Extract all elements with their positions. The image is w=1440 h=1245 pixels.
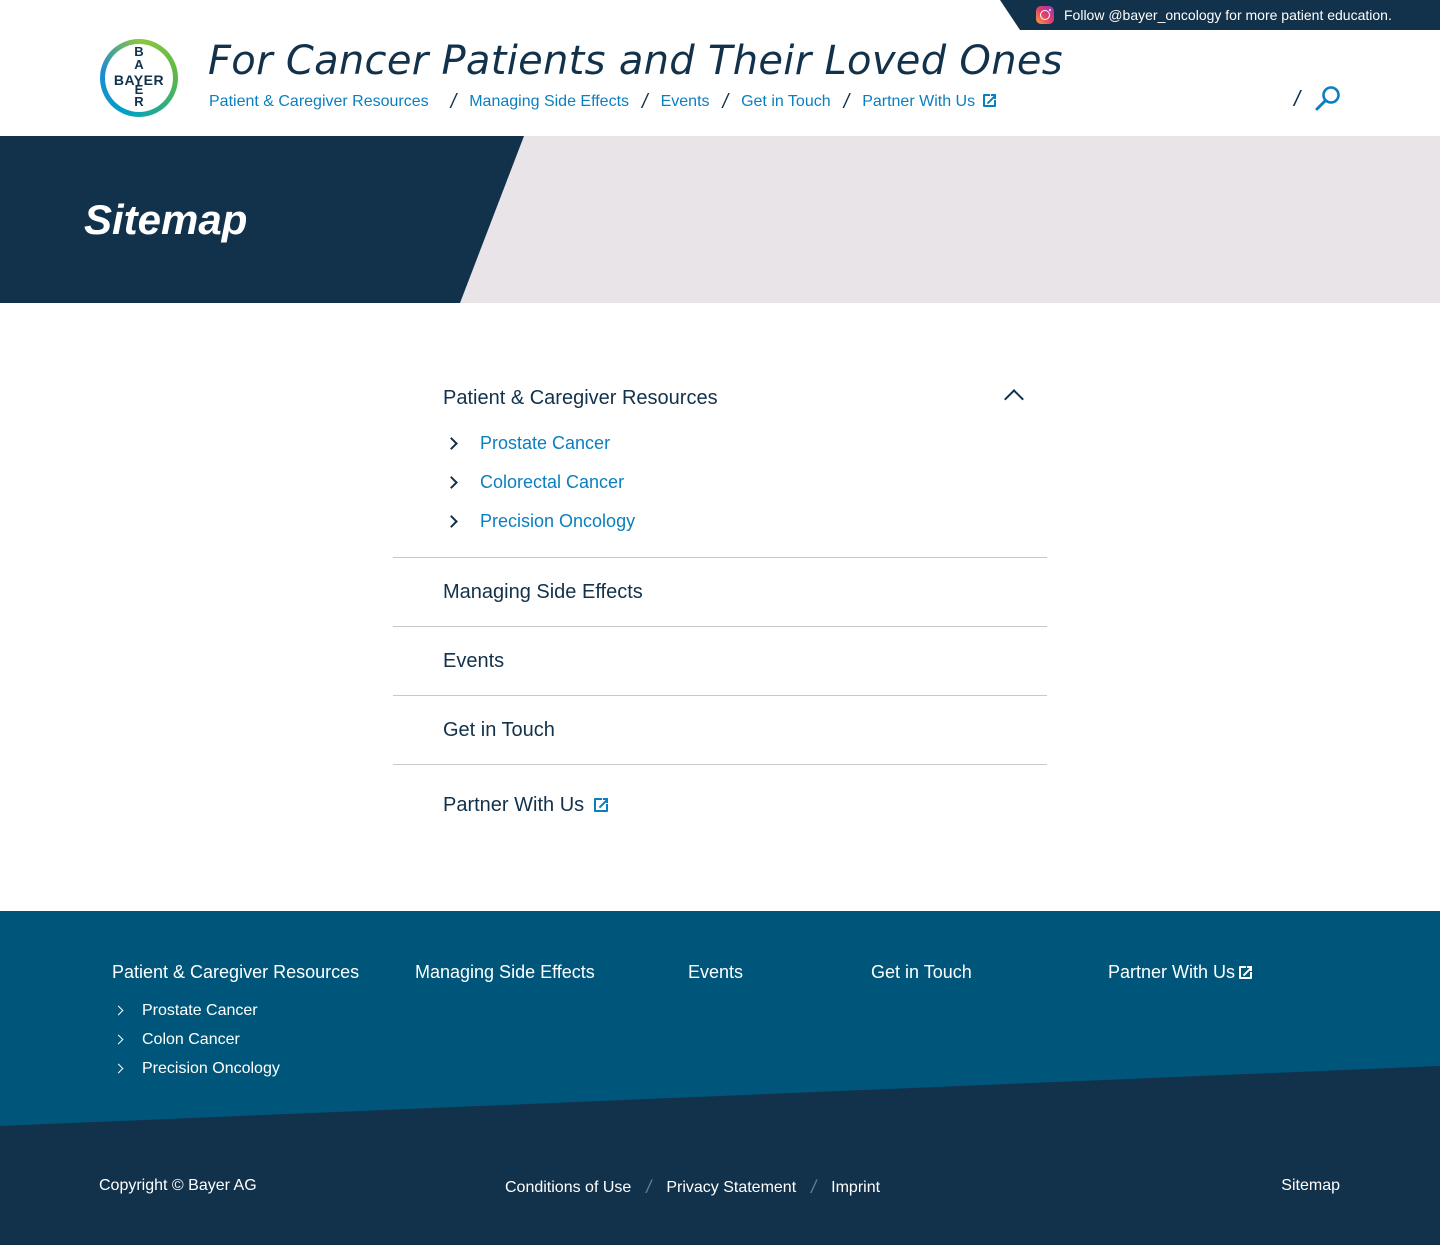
accordion-section-side-effects: Managing Side Effects xyxy=(393,558,1047,627)
link-prostate-cancer[interactable]: Prostate Cancer xyxy=(480,433,610,454)
nav-link-get-in-touch[interactable]: Get in Touch xyxy=(741,93,831,111)
accordion-section-resources: Patient & Caregiver Resources Prostate C… xyxy=(393,360,1047,558)
list-item: Precision Oncology xyxy=(443,502,1047,541)
nav-link-partner[interactable]: Partner With Us xyxy=(862,93,998,111)
accordion-header-side-effects[interactable]: Managing Side Effects xyxy=(393,558,1047,626)
accordion-sublist: Prostate Cancer Colorectal Cancer Precis… xyxy=(393,424,1047,557)
accordion-section-events: Events xyxy=(393,627,1047,696)
site-title[interactable]: For Cancer Patients and Their Loved Ones xyxy=(208,38,1063,84)
logo-horizontal-text: BAYER xyxy=(113,72,165,88)
social-bar[interactable]: Follow @bayer_oncology for more patient … xyxy=(1000,0,1440,30)
link-precision-oncology[interactable]: Precision Oncology xyxy=(480,511,635,532)
footer-link-resources[interactable]: Patient & Caregiver Resources xyxy=(112,962,359,983)
list-item: Prostate Cancer xyxy=(112,996,280,1025)
accordion-title: Managing Side Effects xyxy=(443,580,643,603)
footer-link-precision-oncology[interactable]: Precision Oncology xyxy=(142,1060,280,1078)
hero-dark-panel xyxy=(0,136,524,303)
nav-link-side-effects[interactable]: Managing Side Effects xyxy=(469,93,629,111)
accordion-header-get-in-touch[interactable]: Get in Touch xyxy=(393,696,1047,764)
accordion-title: Patient & Caregiver Resources xyxy=(443,386,718,409)
accordion-section-get-in-touch: Get in Touch xyxy=(393,696,1047,765)
chevron-right-icon xyxy=(445,515,458,528)
footer-link-side-effects[interactable]: Managing Side Effects xyxy=(415,962,595,983)
accordion-title: Events xyxy=(443,649,505,672)
footer-link-prostate-cancer[interactable]: Prostate Cancer xyxy=(142,1002,258,1020)
legal-links: Conditions of Use / Privacy Statement / … xyxy=(505,1177,880,1198)
footer-link-get-in-touch[interactable]: Get in Touch xyxy=(871,962,972,983)
chevron-right-icon xyxy=(113,1005,124,1016)
search-icon[interactable] xyxy=(1314,84,1342,112)
chevron-right-icon xyxy=(113,1034,124,1045)
search-separator: / xyxy=(1294,86,1301,111)
accordion-section-partner: Partner With Us xyxy=(393,765,1047,845)
footer-sitemap-link[interactable]: Sitemap xyxy=(1281,1177,1340,1195)
nav-separator: / xyxy=(642,90,648,113)
footer-link-events[interactable]: Events xyxy=(688,962,743,983)
nav-link-resources[interactable]: Patient & Caregiver Resources xyxy=(209,93,429,111)
nav-link-events[interactable]: Events xyxy=(661,93,710,111)
accordion-title: Partner With Us xyxy=(443,793,585,816)
list-item: Colon Cancer xyxy=(112,1025,280,1054)
chevron-right-icon xyxy=(445,476,458,489)
conditions-of-use-link[interactable]: Conditions of Use xyxy=(505,1179,631,1197)
external-link-icon xyxy=(983,93,998,107)
bayer-logo[interactable]: BAER BAYER xyxy=(100,39,178,117)
legal-separator: / xyxy=(646,1177,652,1197)
list-item: Precision Oncology xyxy=(112,1054,280,1083)
hero-banner: Sitemap xyxy=(0,136,1440,303)
chevron-right-icon xyxy=(113,1063,124,1074)
nav-separator: / xyxy=(450,90,457,113)
footer-link-partner-label: Partner With Us xyxy=(1108,962,1236,982)
list-item: Colorectal Cancer xyxy=(443,463,1047,502)
legal-separator: / xyxy=(811,1177,817,1197)
accordion-header-events[interactable]: Events xyxy=(393,627,1047,695)
external-link-icon xyxy=(594,797,610,812)
accordion-header-partner[interactable]: Partner With Us xyxy=(393,765,1047,845)
social-text[interactable]: Follow @bayer_oncology for more patient … xyxy=(1064,7,1392,23)
sitemap-accordion: Patient & Caregiver Resources Prostate C… xyxy=(393,360,1047,845)
imprint-link[interactable]: Imprint xyxy=(831,1179,880,1197)
main-nav: Patient & Caregiver Resources / Managing… xyxy=(209,90,998,114)
page-title: Sitemap xyxy=(84,196,248,243)
chevron-right-icon xyxy=(445,437,458,450)
instagram-icon xyxy=(1036,6,1054,24)
footer-link-partner[interactable]: Partner With Us xyxy=(1108,962,1254,983)
accordion-title: Get in Touch xyxy=(443,718,555,741)
logo-inner: BAER BAYER xyxy=(105,44,173,112)
copyright-text: Copyright © Bayer AG xyxy=(99,1177,257,1194)
accordion-header-resources[interactable]: Patient & Caregiver Resources xyxy=(393,360,1047,436)
link-colorectal-cancer[interactable]: Colorectal Cancer xyxy=(480,472,624,493)
privacy-statement-link[interactable]: Privacy Statement xyxy=(666,1179,796,1197)
chevron-up-icon[interactable] xyxy=(1004,389,1024,409)
nav-separator: / xyxy=(843,90,850,113)
nav-link-partner-label: Partner With Us xyxy=(862,93,976,110)
footer-resources-list: Prostate Cancer Colon Cancer Precision O… xyxy=(112,996,280,1083)
external-link-icon xyxy=(1239,965,1254,979)
nav-separator: / xyxy=(722,90,729,113)
footer-link-colon-cancer[interactable]: Colon Cancer xyxy=(142,1031,240,1049)
